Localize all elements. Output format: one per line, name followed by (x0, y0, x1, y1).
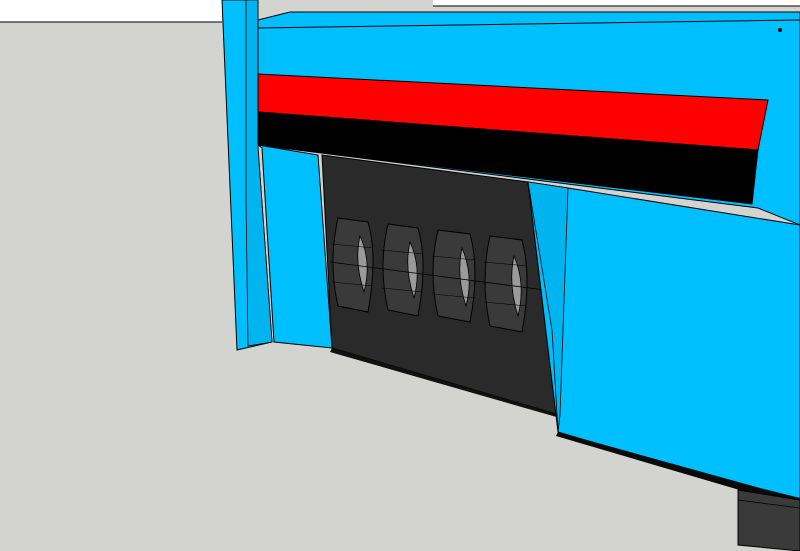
wheel-2 (381, 223, 424, 317)
wheel-4 (483, 235, 528, 333)
back-wall-right (433, 0, 800, 6)
foot-block (737, 489, 800, 551)
back-wall-left (0, 0, 222, 22)
scene-canvas (0, 0, 800, 551)
3d-model-viewport[interactable] (0, 0, 800, 551)
